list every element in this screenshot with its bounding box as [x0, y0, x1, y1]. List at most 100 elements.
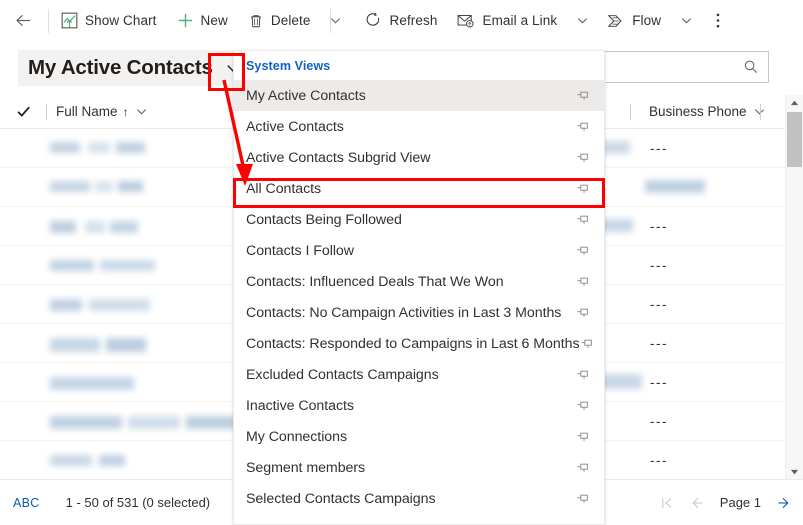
- flow-overflow-chevron[interactable]: [671, 0, 701, 41]
- show-chart-label: Show Chart: [85, 12, 157, 28]
- app-root: Show Chart New Delete Refresh Email a Li…: [0, 0, 803, 525]
- flow-icon: [607, 13, 625, 29]
- refresh-label: Refresh: [389, 12, 438, 28]
- grid-vertical-scrollbar[interactable]: [785, 95, 803, 480]
- pin-icon[interactable]: [572, 399, 594, 413]
- menu-item-active-contacts[interactable]: Active Contacts: [234, 111, 604, 142]
- trash-icon: [248, 13, 264, 29]
- divider: [760, 104, 761, 120]
- menu-item-label: Contacts: Influenced Deals That We Won: [246, 273, 504, 290]
- menu-item-inactive-contacts[interactable]: Inactive Contacts: [234, 390, 604, 421]
- view-selector[interactable]: My Active Contacts: [18, 50, 249, 86]
- menu-item-label: Excluded Contacts Campaigns: [246, 366, 439, 383]
- menu-item-label: Contacts Being Followed: [246, 211, 402, 228]
- menu-item-label: Active Contacts: [246, 118, 344, 135]
- column-header-label: Full Name: [56, 104, 118, 119]
- menu-item-contacts-responded-to-campaigns-in-last-6-months[interactable]: Contacts: Responded to Campaigns in Last…: [234, 328, 604, 359]
- refresh-icon: [365, 12, 382, 29]
- menu-item-label: All Contacts: [246, 180, 322, 197]
- menu-item-contacts-i-follow[interactable]: Contacts I Follow: [234, 235, 604, 266]
- chart-icon: [61, 12, 78, 29]
- delete-button[interactable]: Delete: [238, 0, 321, 41]
- search-icon[interactable]: [734, 59, 768, 75]
- menu-item-selected-contacts-campaigns[interactable]: Selected Contacts Campaigns: [234, 483, 604, 514]
- menu-item-label: Contacts: Responded to Campaigns in Last…: [246, 335, 580, 352]
- delete-overflow-chevron[interactable]: [320, 0, 350, 41]
- flow-button[interactable]: Flow: [597, 0, 671, 41]
- page-next-icon[interactable]: [775, 494, 791, 512]
- pin-icon[interactable]: [572, 213, 594, 227]
- pin-icon[interactable]: [572, 182, 594, 196]
- scrollbar-thumb[interactable]: [787, 112, 802, 167]
- select-all-checkbox[interactable]: [0, 104, 46, 119]
- chevron-down-icon[interactable]: [135, 105, 148, 118]
- column-header-label: Business Phone: [649, 104, 747, 119]
- menu-item-all-contacts[interactable]: All Contacts: [234, 173, 604, 204]
- pin-icon[interactable]: [572, 89, 594, 103]
- record-count-label: 1 - 50 of 531 (0 selected): [65, 495, 211, 510]
- pin-icon[interactable]: [572, 306, 594, 320]
- page-number-label: Page 1: [719, 495, 761, 510]
- pin-icon[interactable]: [572, 368, 594, 382]
- redacted-name: [50, 260, 155, 271]
- pin-icon[interactable]: [572, 151, 594, 165]
- email-overflow-chevron[interactable]: [567, 0, 597, 41]
- cell-business-phone: ---: [650, 297, 668, 312]
- divider: [330, 8, 332, 33]
- scroll-up-arrow-icon[interactable]: [786, 95, 803, 111]
- back-button[interactable]: [0, 0, 46, 41]
- redacted-name: [50, 221, 138, 233]
- menu-item-label: Contacts: No Campaign Activities in Last…: [246, 304, 562, 321]
- page-title: My Active Contacts: [28, 56, 213, 79]
- menu-item-contacts-being-followed[interactable]: Contacts Being Followed: [234, 204, 604, 235]
- pin-icon[interactable]: [572, 492, 594, 506]
- menu-item-excluded-contacts-campaigns[interactable]: Excluded Contacts Campaigns: [234, 359, 604, 390]
- alpha-filter-button[interactable]: ABC: [13, 496, 40, 510]
- redacted-cell: [645, 180, 705, 193]
- page-prev-icon[interactable]: [690, 494, 706, 512]
- refresh-button[interactable]: Refresh: [355, 0, 447, 41]
- column-header-full-name[interactable]: Full Name ↑: [47, 95, 148, 128]
- flow-label: Flow: [632, 12, 662, 28]
- pin-icon[interactable]: [572, 120, 594, 134]
- menu-item-label: My Active Contacts: [246, 87, 366, 104]
- cell-business-phone: ---: [650, 141, 668, 156]
- menu-item-my-connections[interactable]: My Connections: [234, 421, 604, 452]
- scroll-down-arrow-icon[interactable]: [786, 464, 803, 480]
- more-vertical-icon: [716, 12, 720, 29]
- more-commands-button[interactable]: [701, 0, 735, 41]
- email-a-link-button[interactable]: Email a Link: [447, 0, 567, 41]
- redacted-name: [50, 299, 150, 311]
- menu-item-my-active-contacts[interactable]: My Active Contacts: [234, 80, 604, 111]
- page-first-icon[interactable]: [660, 494, 676, 512]
- command-bar: Show Chart New Delete Refresh Email a Li…: [0, 0, 803, 41]
- redacted-name: [50, 455, 125, 466]
- redacted-cell: [600, 374, 642, 389]
- pin-icon[interactable]: [580, 337, 594, 351]
- cell-business-phone: ---: [650, 414, 668, 429]
- divider: [48, 8, 49, 33]
- show-chart-button[interactable]: Show Chart: [51, 0, 167, 41]
- menu-item-label: Contacts I Follow: [246, 242, 354, 259]
- menu-item-contacts-no-campaign-activities-in-last-3-months[interactable]: Contacts: No Campaign Activities in Last…: [234, 297, 604, 328]
- pin-icon[interactable]: [572, 461, 594, 475]
- view-selector-menu: System Views My Active Contacts Active C…: [233, 50, 605, 525]
- redacted-name: [50, 338, 146, 352]
- cell-business-phone: ---: [650, 219, 668, 234]
- redacted-name: [50, 142, 145, 153]
- cell-business-phone: ---: [650, 336, 668, 351]
- column-header-business-phone[interactable]: Business Phone: [640, 95, 766, 128]
- new-button[interactable]: New: [167, 0, 238, 41]
- cell-business-phone: ---: [650, 453, 668, 468]
- pin-icon[interactable]: [572, 430, 594, 444]
- menu-section-header: System Views: [246, 58, 331, 73]
- sort-ascending-icon: ↑: [122, 104, 129, 119]
- menu-item-segment-members[interactable]: Segment members: [234, 452, 604, 483]
- pin-icon[interactable]: [572, 244, 594, 258]
- plus-icon: [177, 12, 194, 29]
- menu-item-label: My Connections: [246, 428, 348, 445]
- menu-item-label: Segment members: [246, 459, 366, 476]
- menu-item-active-contacts-subgrid-view[interactable]: Active Contacts Subgrid View: [234, 142, 604, 173]
- menu-item-contacts-influenced-deals-that-we-won[interactable]: Contacts: Influenced Deals That We Won: [234, 266, 604, 297]
- pin-icon[interactable]: [572, 275, 594, 289]
